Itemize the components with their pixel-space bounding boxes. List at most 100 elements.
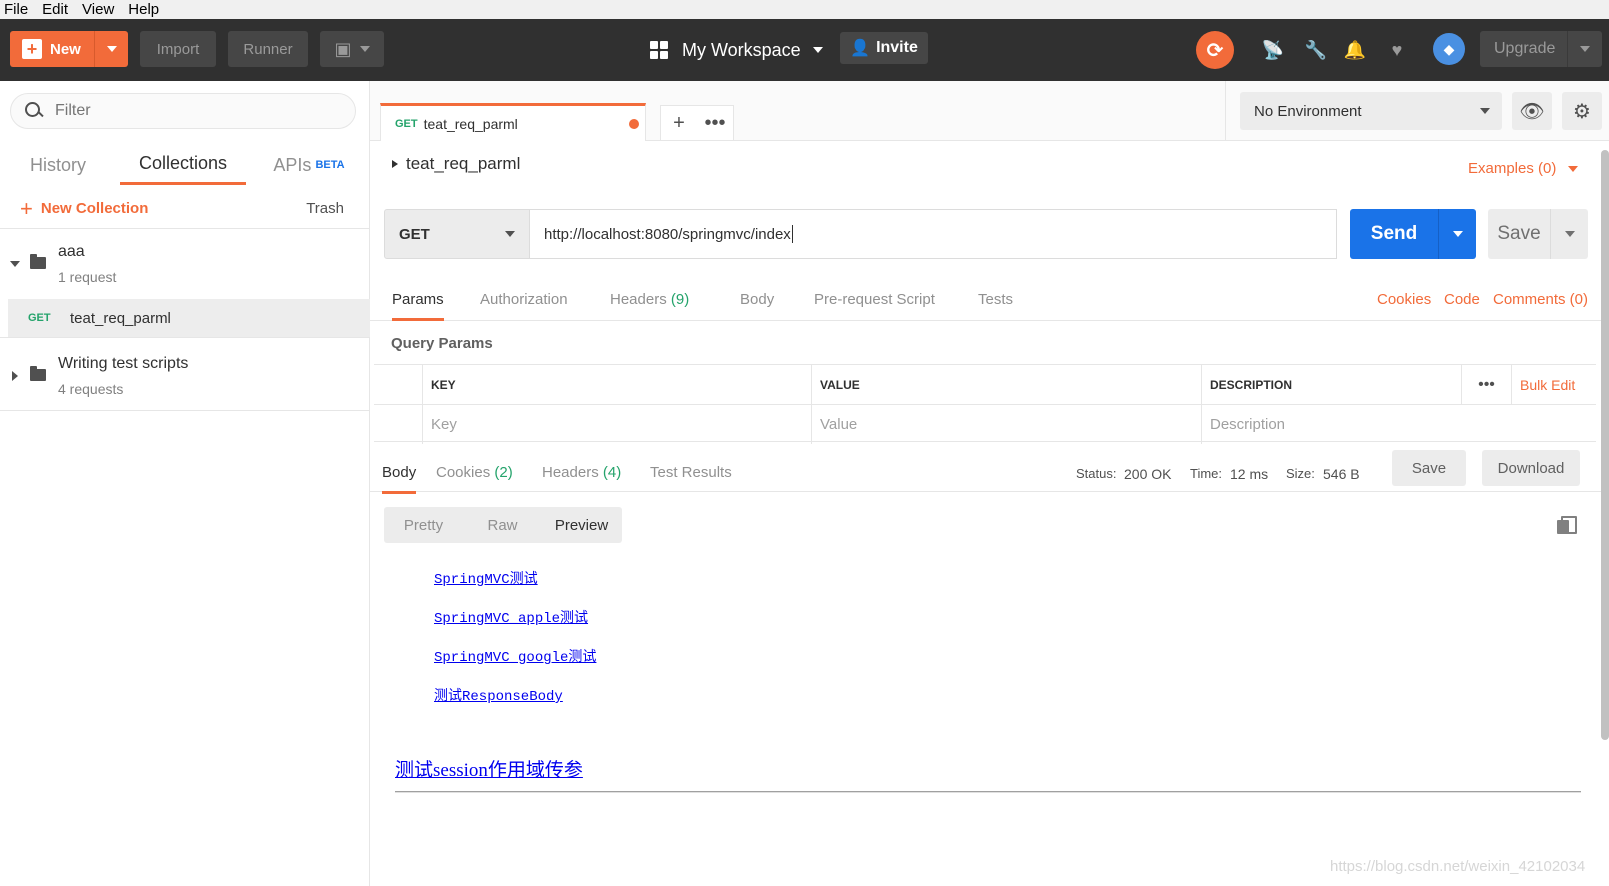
chevron-right-icon[interactable] <box>12 371 18 381</box>
satellite-icon[interactable]: 📡 <box>1262 39 1284 61</box>
view-tab-pretty[interactable]: Pretty <box>384 517 463 534</box>
code-link[interactable]: Code <box>1444 291 1480 308</box>
beta-badge: BETA <box>315 159 345 171</box>
filter-input[interactable] <box>55 102 335 120</box>
invite-label: Invite <box>876 39 918 56</box>
tab-apis-label: APIs <box>273 154 312 175</box>
chevron-down-icon <box>359 46 370 52</box>
folder-icon <box>30 254 46 269</box>
avatar[interactable]: ◆ <box>1433 33 1465 65</box>
response-view-tabs: Pretty Raw Preview <box>384 507 622 543</box>
tab-prerequest-script[interactable]: Pre-request Script <box>814 291 935 308</box>
new-button-label: New <box>50 40 81 58</box>
request-method: GET <box>28 312 51 324</box>
plus-icon: + <box>22 39 42 59</box>
chevron-down-icon <box>1480 108 1490 114</box>
url-input[interactable]: http://localhost:8080/springmvc/index <box>530 209 1337 259</box>
comments-link[interactable]: Comments (0) <box>1493 291 1588 308</box>
environment-select[interactable]: No Environment <box>1240 92 1502 130</box>
tab-authorization[interactable]: Authorization <box>480 291 568 308</box>
more-icon[interactable]: ••• <box>1461 365 1511 404</box>
download-button[interactable]: Download <box>1482 450 1580 486</box>
menu-edit[interactable]: Edit <box>42 1 68 18</box>
menu-file[interactable]: File <box>4 1 28 18</box>
trash-button[interactable]: Trash <box>306 200 344 217</box>
save-dropdown-toggle[interactable] <box>1550 209 1588 259</box>
key-input[interactable]: Key <box>422 405 811 444</box>
tab-params[interactable]: Params <box>392 291 444 321</box>
text-cursor <box>791 225 793 243</box>
plus-icon: + <box>20 195 33 221</box>
runner-button[interactable]: Runner <box>228 31 308 67</box>
upgrade-dropdown-toggle[interactable] <box>1567 31 1602 67</box>
open-new-window-button[interactable]: ▣ <box>320 31 384 67</box>
response-tab-body[interactable]: Body <box>382 464 417 494</box>
new-button[interactable]: + New <box>10 31 128 67</box>
menu-help[interactable]: Help <box>128 1 159 18</box>
tab-apis[interactable]: APIs BETA <box>268 145 350 185</box>
collection-writing-test-scripts[interactable]: Writing test scripts 4 requests <box>0 341 370 411</box>
tab-name: teat_req_parml <box>423 115 518 132</box>
bell-icon[interactable]: 🔔 <box>1344 39 1366 61</box>
heart-icon[interactable]: ♥ <box>1386 39 1408 61</box>
chevron-right-icon <box>392 160 398 168</box>
tab-headers[interactable]: Headers (9) <box>610 291 689 308</box>
tab-history[interactable]: History <box>20 145 96 185</box>
send-dropdown-toggle[interactable] <box>1438 209 1476 259</box>
eye-icon[interactable]: 👁 <box>1512 92 1552 130</box>
value-input[interactable]: Value <box>811 405 1201 444</box>
collection-count: 4 requests <box>58 381 124 397</box>
params-table: KEY VALUE DESCRIPTION ••• Bulk Edit Key … <box>374 364 1596 444</box>
response-tab-test-results[interactable]: Test Results <box>650 464 732 481</box>
chevron-down-icon <box>812 47 823 53</box>
tab-collections[interactable]: Collections <box>120 145 246 185</box>
size-value: 546 B <box>1323 466 1360 482</box>
breadcrumb[interactable]: teat_req_parml <box>392 154 520 174</box>
menu-view[interactable]: View <box>82 1 114 18</box>
save-button[interactable]: Save <box>1488 209 1588 259</box>
preview-link[interactable]: SpringMVC测试 <box>434 568 538 588</box>
chevron-down-icon[interactable] <box>10 261 20 267</box>
upgrade-button[interactable]: Upgrade <box>1480 31 1602 67</box>
divider <box>0 337 370 338</box>
add-tab-icon[interactable]: + <box>661 112 697 135</box>
session-link[interactable]: 测试session作用域传参 <box>395 755 583 782</box>
column-value: VALUE <box>811 365 1201 404</box>
description-input[interactable]: Description <box>1201 405 1596 444</box>
wrench-icon[interactable]: 🔧 <box>1305 39 1327 61</box>
scrollbar[interactable] <box>1601 150 1609 740</box>
tab-tests[interactable]: Tests <box>978 291 1013 308</box>
bulk-edit-link[interactable]: Bulk Edit <box>1511 365 1596 404</box>
response-tab-cookies[interactable]: Cookies (2) <box>436 464 513 481</box>
request-tab[interactable]: GET teat_req_parml <box>380 103 646 141</box>
invite-button[interactable]: 👤 Invite <box>840 32 928 64</box>
preview-link[interactable]: 测试ResponseBody <box>434 685 563 705</box>
gear-icon[interactable]: ⚙ <box>1562 92 1602 130</box>
view-tab-preview[interactable]: Preview <box>542 517 621 534</box>
preview-link[interactable]: SpringMVC_google测试 <box>434 646 596 666</box>
collection-count: 1 request <box>58 269 117 285</box>
response-save-button[interactable]: Save <box>1392 450 1466 486</box>
more-icon[interactable]: ••• <box>697 112 733 135</box>
sidebar-request-item[interactable]: GET teat_req_parml <box>0 299 370 337</box>
tab-actions: + ••• <box>660 105 734 141</box>
save-label: Save <box>1497 223 1541 244</box>
copy-icon[interactable] <box>1557 516 1577 534</box>
examples-dropdown[interactable]: Examples (0) <box>1468 160 1579 177</box>
environment-label: No Environment <box>1254 102 1362 120</box>
new-collection-button[interactable]: + New Collection <box>20 196 148 222</box>
new-dropdown-toggle[interactable] <box>94 31 128 67</box>
workspace-selector[interactable]: My Workspace <box>650 19 823 81</box>
send-button[interactable]: Send <box>1350 209 1476 259</box>
response-tab-headers[interactable]: Headers (4) <box>542 464 621 481</box>
collection-aaa[interactable]: aaa 1 request <box>0 229 370 299</box>
chevron-down-icon <box>505 231 515 237</box>
method-select[interactable]: GET <box>384 209 530 259</box>
preview-link[interactable]: SpringMVC_apple测试 <box>434 607 588 627</box>
view-tab-raw[interactable]: Raw <box>463 517 542 534</box>
tab-body[interactable]: Body <box>740 291 774 308</box>
tab-method: GET <box>395 117 418 130</box>
import-button[interactable]: Import <box>140 31 216 67</box>
cookies-link[interactable]: Cookies <box>1377 291 1431 308</box>
sync-icon[interactable]: ⟳ <box>1196 31 1234 69</box>
